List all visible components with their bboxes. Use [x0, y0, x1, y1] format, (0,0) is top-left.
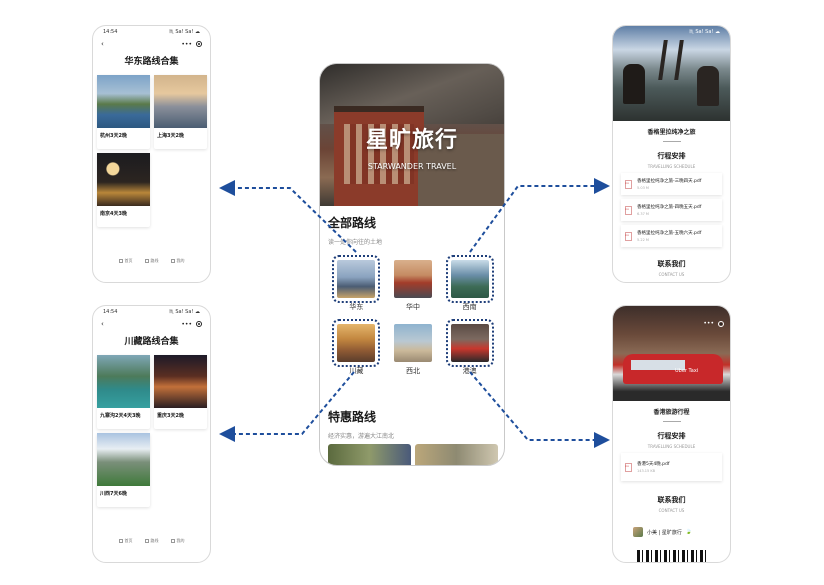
- arrow-to-east: [219, 180, 357, 253]
- arrow-to-sichuan: [219, 371, 355, 442]
- flow-arrows: [219, 178, 610, 448]
- arrow-to-shangri-la: [469, 178, 610, 253]
- arrow-to-hongkong: [469, 371, 610, 448]
